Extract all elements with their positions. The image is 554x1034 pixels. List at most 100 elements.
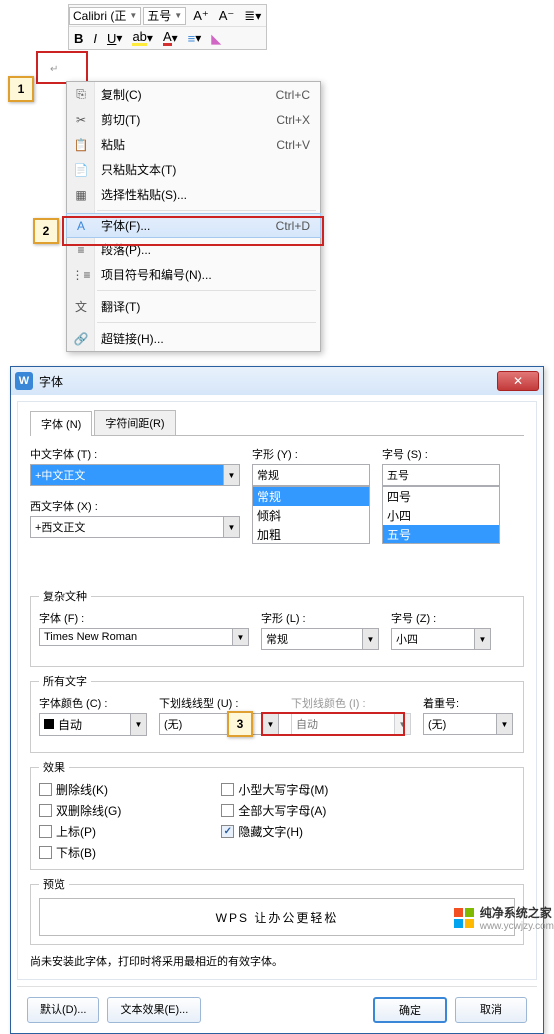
style-list[interactable]: 常规 倾斜 加粗 <box>252 486 370 544</box>
font-color-combo[interactable]: 自动▼ <box>39 713 147 736</box>
emphasis-combo[interactable]: (无)▼ <box>423 713 513 735</box>
install-note: 尚未安装此字体，打印时将采用最相近的有效字体。 <box>30 953 524 969</box>
cx-font-label: 字体 (F) : <box>39 610 249 626</box>
callout-1: 1 <box>8 76 34 102</box>
windows-logo-icon <box>454 908 474 928</box>
menu-bullets[interactable]: ⋮≡项目符号和编号(N)... <box>67 262 320 287</box>
close-icon: ✕ <box>513 374 523 388</box>
paste-special-icon: ▦ <box>72 188 90 202</box>
list-item[interactable]: 小四 <box>383 506 499 525</box>
list-item[interactable]: 常规 <box>253 487 369 506</box>
cx-size-label: 字号 (Z) : <box>391 610 491 626</box>
dialog-title: 字体 <box>39 373 63 390</box>
context-menu: ⎘复制(C)Ctrl+C ✂剪切(T)Ctrl+X 📋粘贴Ctrl+V 📄只粘贴… <box>66 81 321 352</box>
dialog-titlebar[interactable]: W 字体 ✕ <box>11 367 543 395</box>
chevron-down-icon: ▼ <box>394 714 410 734</box>
cx-size-combo[interactable]: 小四▼ <box>391 628 491 650</box>
underline-style-combo[interactable]: (无)▼ <box>159 713 279 735</box>
decrease-font-button[interactable]: A⁻ <box>215 6 239 26</box>
chk-sub[interactable]: 下标(B) <box>39 844 121 861</box>
en-font-label: 西文字体 (X) : <box>30 498 240 514</box>
translate-icon: 文 <box>72 298 90 315</box>
underline-button[interactable]: U▾ <box>103 28 126 48</box>
line-spacing-button[interactable]: ≣▾ <box>240 6 265 26</box>
highlight-box-1 <box>36 51 88 84</box>
cx-font-combo[interactable]: Times New Roman▼ <box>39 628 249 646</box>
list-item[interactable]: 加粗 <box>253 525 369 544</box>
chk-dstrike[interactable]: 双删除线(G) <box>39 802 121 819</box>
chk-super[interactable]: 上标(P) <box>39 823 121 840</box>
cx-style-combo[interactable]: 常规▼ <box>261 628 379 650</box>
size-list[interactable]: 四号 小四 五号 <box>382 486 500 544</box>
paragraph-icon: ≡ <box>72 243 90 257</box>
callout-2: 2 <box>33 218 59 244</box>
ok-button[interactable]: 确定 <box>373 997 447 1023</box>
eraser-icon: ◣ <box>211 32 221 45</box>
tab-spacing[interactable]: 字符间距(R) <box>94 410 175 435</box>
increase-font-button[interactable]: A⁺ <box>189 6 213 26</box>
bullets-icon: ⋮≡ <box>72 268 90 282</box>
menu-cut[interactable]: ✂剪切(T)Ctrl+X <box>67 107 320 132</box>
callout-3: 3 <box>227 711 253 737</box>
menu-paste[interactable]: 📋粘贴Ctrl+V <box>67 132 320 157</box>
chevron-down-icon: ▾ <box>147 31 153 45</box>
close-button[interactable]: ✕ <box>497 371 539 391</box>
all-text-group: 所有文字 字体颜色 (C) : 自动▼ 下划线线型 (U) : (无)▼ 下划线… <box>30 673 524 753</box>
chevron-down-icon: ▾ <box>255 9 261 23</box>
chevron-down-icon: ▼ <box>362 629 378 649</box>
list-item[interactable]: 五号 <box>383 525 499 544</box>
menu-font[interactable]: A字体(F)...Ctrl+D <box>66 213 321 238</box>
size-combo[interactable]: 五号 <box>382 464 500 486</box>
clipboard-icon: 📋 <box>72 138 90 152</box>
size-label: 字号 (S) : <box>382 446 500 462</box>
font-size-select[interactable]: 五号▼ <box>143 7 186 25</box>
clear-format-button[interactable]: ◣ <box>207 28 225 48</box>
chk-strike[interactable]: 删除线(K) <box>39 781 121 798</box>
app-icon: W <box>15 372 33 390</box>
cn-font-combo[interactable]: +中文正文▼ <box>30 464 240 486</box>
highlight-button[interactable]: ab▾ <box>128 28 157 48</box>
text-effect-button[interactable]: 文本效果(E)... <box>107 997 201 1023</box>
list-item[interactable]: 四号 <box>383 487 499 506</box>
style-combo[interactable]: 常规 <box>252 464 370 486</box>
mini-toolbar: Calibri (正▼ 五号▼ A⁺ A⁻ ≣▾ B I U▾ ab▾ A▾ ≡… <box>68 4 267 50</box>
default-button[interactable]: 默认(D)... <box>27 997 99 1023</box>
en-font-combo[interactable]: +西文正文▼ <box>30 516 240 538</box>
cn-font-label: 中文字体 (T) : <box>30 446 240 462</box>
preview-group: 预览 WPS 让办公更轻松 <box>30 876 524 945</box>
bold-button[interactable]: B <box>70 28 87 48</box>
chevron-down-icon: ▼ <box>232 629 248 645</box>
cx-style-label: 字形 (L) : <box>261 610 379 626</box>
menu-translate[interactable]: 文翻译(T) <box>67 294 320 319</box>
menu-paste-text[interactable]: 📄只粘贴文本(T) <box>67 157 320 182</box>
chevron-down-icon: ▼ <box>223 517 239 537</box>
menu-copy[interactable]: ⎘复制(C)Ctrl+C <box>67 82 320 107</box>
paragraph-mark-icon: ↵ <box>50 64 58 75</box>
font-size-value: 五号 <box>147 7 171 24</box>
tab-font[interactable]: 字体 (N) <box>30 411 92 436</box>
menu-hyperlink[interactable]: 🔗超链接(H)... <box>67 326 320 351</box>
preview-box: WPS 让办公更轻松 <box>39 898 515 936</box>
menu-paragraph[interactable]: ≡段落(P)... <box>67 237 320 262</box>
copy-icon: ⎘ <box>72 87 90 102</box>
italic-button[interactable]: I <box>89 28 101 48</box>
complex-script-group: 复杂文种 字体 (F) : Times New Roman▼ 字形 (L) : … <box>30 588 524 667</box>
chk-allcap[interactable]: 全部大写字母(A) <box>221 802 328 819</box>
chevron-down-icon: ▾ <box>195 31 201 45</box>
font-name-value: Calibri (正 <box>73 7 126 24</box>
chk-smallcap[interactable]: 小型大写字母(M) <box>221 781 328 798</box>
cancel-button[interactable]: 取消 <box>455 997 527 1023</box>
chevron-down-icon: ▼ <box>129 11 137 20</box>
list-item[interactable]: 倾斜 <box>253 506 369 525</box>
highlight-icon: ab <box>132 30 146 46</box>
chevron-down-icon: ▼ <box>496 714 512 734</box>
font-name-select[interactable]: Calibri (正▼ <box>69 7 141 25</box>
tab-row: 字体 (N) 字符间距(R) <box>30 410 524 436</box>
style-label: 字形 (Y) : <box>252 446 370 462</box>
menu-paste-special[interactable]: ▦选择性粘贴(S)... <box>67 182 320 207</box>
font-icon: A <box>72 219 90 233</box>
font-color-button[interactable]: A▾ <box>159 28 182 48</box>
chevron-down-icon: ▼ <box>474 629 490 649</box>
align-button[interactable]: ≡▾ <box>184 28 206 48</box>
chk-hidden[interactable]: 隐藏文字(H) <box>221 823 328 840</box>
